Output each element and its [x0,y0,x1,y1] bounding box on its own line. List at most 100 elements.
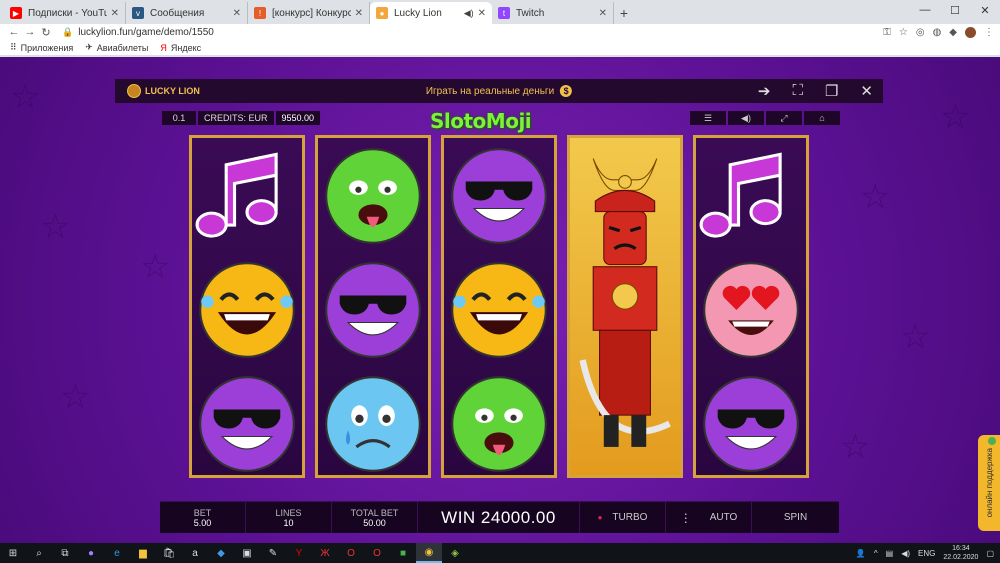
tab-twitch[interactable]: t Twitch ✕ [492,2,614,24]
close-icon[interactable]: ✕ [860,82,873,100]
star-icon[interactable]: ☆ [899,27,908,38]
reels [189,135,809,478]
menu-icon[interactable]: ☰ [690,111,726,125]
file-explorer-icon[interactable]: ▆ [130,543,156,563]
expand-icon[interactable]: ⤢ [766,111,802,125]
coin-icon: $ [560,85,573,97]
tab-lucky-lion[interactable]: ● Lucky Lion ◀) ✕ [370,2,492,24]
bookmark-yandex[interactable]: Я Яндекс [160,43,201,53]
menu-icon[interactable]: ⋮ [984,27,994,38]
tab-messages[interactable]: v Сообщения ✕ [126,2,248,24]
close-icon[interactable]: ✕ [478,8,486,19]
photos-icon[interactable]: ▣ [234,543,260,563]
task-view-icon[interactable]: ⧉ [52,543,78,563]
extensions-area: ⚿ ☆ ◎ ◍ ◆ ⋮ [883,26,994,38]
speaker-icon[interactable]: ◀) [464,8,474,19]
key-icon[interactable]: ⚿ [883,27,891,38]
bookmark-apps[interactable]: ⠿ Приложения [10,42,73,53]
windows-start-icon[interactable]: ⊞ [0,543,26,563]
notifications-icon[interactable]: ▢ [986,549,994,558]
star-decoration: ☆ [940,98,971,136]
close-icon[interactable]: ✕ [111,8,119,19]
credits-value: 9550.00 [275,111,321,125]
close-icon[interactable]: ✕ [355,8,363,19]
close-window-icon[interactable]: ✕ [970,0,1000,20]
network-icon[interactable]: ▤ [886,549,894,558]
store-icon[interactable]: 🛍 [156,543,182,563]
chevron-up-icon[interactable]: ^ [874,549,878,558]
laughing-tears-symbol [444,254,554,366]
bet-control[interactable]: BET 5.00 [160,502,246,533]
app-icon[interactable]: Ж [312,543,338,563]
language-indicator[interactable]: ENG [918,549,935,558]
laughing-tears-symbol [192,254,302,366]
fullscreen-icon[interactable]: ⛶ [792,82,803,100]
sick-green-symbol [318,140,428,252]
bookmarks-bar: ⠿ Приложения ✈ Авиабилеты Я Яндекс [0,40,1000,56]
cortana-icon[interactable]: ● [78,543,104,563]
online-support-tab[interactable]: онлайн поддержка [978,435,1000,531]
volume-icon[interactable]: ◀) [901,549,910,558]
reel [441,135,557,478]
lucky-lion-icon: ● [376,7,388,19]
arrow-right-icon[interactable]: ➔ [758,82,771,100]
amazon-icon[interactable]: a [182,543,208,563]
music-note-symbol [696,140,806,252]
lines-control[interactable]: LINES 10 [246,502,332,533]
support-label: онлайн поддержка [984,448,994,518]
extension-icon[interactable]: ◎ [916,27,925,38]
app-icon[interactable]: ■ [390,543,416,563]
back-icon[interactable]: ← [6,26,22,38]
tab-contest[interactable]: ! [конкурс] Конкурс скриншотов ✕ [248,2,370,24]
win-text: WIN 24000.00 [441,507,556,527]
window-icon[interactable]: ❐ [825,82,838,100]
url-field[interactable]: 🔒 luckylion.fun/game/demo/1550 [62,25,875,39]
sunglasses-symbol [696,368,806,480]
avatar[interactable] [965,26,976,38]
forward-icon[interactable]: → [22,26,38,38]
home-icon[interactable]: ⌂ [804,111,840,125]
star-decoration: ☆ [60,378,91,416]
more-icon[interactable]: ⋮ [680,511,692,525]
reload-icon[interactable]: ↻ [38,26,54,39]
bookmark-flights[interactable]: ✈ Авиабилеты [85,42,148,53]
close-icon[interactable]: ✕ [599,8,607,19]
sad-blue-symbol [318,368,428,480]
spin-button[interactable]: SPIN [752,502,839,533]
people-icon[interactable]: 👤 [856,549,866,558]
dropbox-icon[interactable]: ◆ [208,543,234,563]
maximize-icon[interactable]: ☐ [940,0,970,20]
opera-gx-icon[interactable]: O [364,543,390,563]
tab-youtube[interactable]: ▶ Подписки - YouTube ✕ [4,2,126,24]
lines-label: LINES [275,507,302,518]
tab-title: Подписки - YouTube [28,7,107,19]
clock-date: 22.02.2020 [943,554,979,561]
extension-icon[interactable]: ◍ [933,27,942,38]
close-icon[interactable]: ✕ [233,8,241,19]
header-actions: ➔ ⛶ ❐ ✕ [758,82,873,100]
turbo-button[interactable]: ● TURBO [580,502,666,533]
app-icon[interactable]: ◈ [442,543,468,563]
paint-icon[interactable]: ✎ [260,543,286,563]
vpn-icon[interactable]: ◆ [949,27,957,38]
auto-button[interactable]: ⋮ AUTO [666,502,752,533]
real-money-link[interactable]: Играть на реальные деньги $ [425,85,573,97]
search-icon[interactable]: ⌕ [26,543,52,563]
system-tray: 👤 ^ ▤ ◀) ENG 16:34 22.02.2020 ▢ [856,543,994,563]
lucky-lion-logo[interactable]: LUCKY LION [127,84,200,98]
edge-icon[interactable]: e [104,543,130,563]
taskbar: ⊞ ⌕ ⧉ ● e ▆ 🛍 a ◆ ▣ ✎ Y Ж O O ■ ◉ ◈ 👤 ^ … [0,543,1000,563]
lock-icon: 🔒 [62,26,74,37]
yandex-browser-icon[interactable]: Y [286,543,312,563]
win-display: WIN 24000.00 [418,502,580,533]
logo-text: LUCKY LION [145,86,200,96]
new-tab-button[interactable]: + [614,2,634,24]
credits-bar: 0.1 CREDITS: EUR 9550.00 [162,111,321,125]
real-money-label: Играть на реальные деньги [425,85,555,97]
minimize-icon[interactable]: — [910,0,940,20]
clock[interactable]: 16:34 22.02.2020 [943,544,978,562]
url-text: luckylion.fun/game/demo/1550 [78,26,214,38]
sound-icon[interactable]: ◀) [728,111,764,125]
chrome-icon[interactable]: ◉ [416,543,442,563]
opera-icon[interactable]: O [338,543,364,563]
